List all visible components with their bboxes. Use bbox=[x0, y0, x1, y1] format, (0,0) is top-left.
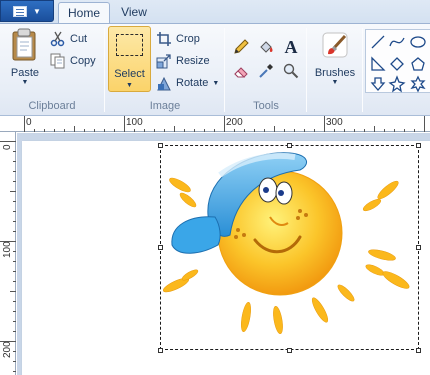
chevron-down-icon: ▼ bbox=[33, 6, 41, 16]
ruler-label: 100 bbox=[126, 117, 143, 128]
pencil-tool[interactable] bbox=[230, 36, 252, 58]
ribbon-tab-strip: ▼ Home View bbox=[0, 0, 430, 23]
star-six-shape-icon bbox=[410, 75, 426, 93]
paint-menu-button[interactable]: ▼ bbox=[0, 0, 54, 22]
vertical-ruler: 0 100 200 bbox=[0, 132, 16, 375]
cut-label: Cut bbox=[70, 33, 88, 45]
eraser-tool[interactable] bbox=[230, 60, 252, 82]
rotate-button[interactable]: Rotate ▼ bbox=[156, 74, 219, 92]
pentagon-shape-icon bbox=[411, 57, 425, 71]
ruler-label: 200 bbox=[226, 117, 243, 128]
paste-label: Paste bbox=[10, 67, 40, 79]
clipboard-group-label: Clipboard bbox=[28, 100, 76, 112]
color-picker-tool[interactable] bbox=[255, 60, 277, 82]
eyedropper-icon bbox=[259, 64, 273, 78]
copy-icon bbox=[50, 53, 65, 69]
scissors-icon bbox=[50, 31, 65, 47]
copy-button[interactable]: Copy bbox=[50, 52, 96, 70]
group-divider bbox=[104, 28, 105, 112]
clipboard-paste-icon bbox=[12, 28, 36, 61]
document-menu-icon bbox=[13, 5, 28, 17]
resize-handle[interactable] bbox=[416, 348, 421, 353]
eraser-icon bbox=[234, 67, 248, 78]
diamond-shape-icon bbox=[390, 57, 404, 71]
group-divider bbox=[306, 28, 307, 112]
horizontal-ruler: 0 100 200 300 bbox=[0, 116, 430, 132]
brush-icon bbox=[322, 32, 348, 58]
crop-button[interactable]: Crop bbox=[156, 30, 200, 48]
star-shape-icon bbox=[388, 75, 406, 93]
oval-shape-icon bbox=[410, 36, 426, 48]
resize-handle[interactable] bbox=[416, 143, 421, 148]
paste-button[interactable]: Paste ▼ bbox=[6, 28, 44, 87]
ruler-label: 100 bbox=[2, 241, 13, 258]
select-button[interactable]: Select ▼ bbox=[108, 26, 151, 92]
curve-shape-icon bbox=[389, 37, 405, 47]
chevron-down-icon: ▼ bbox=[212, 79, 220, 87]
resize-icon bbox=[156, 54, 171, 69]
chevron-down-icon: ▼ bbox=[21, 79, 29, 86]
magnifier-tool[interactable] bbox=[280, 60, 302, 82]
image-group-label: Image bbox=[149, 100, 181, 112]
ruler-label: 0 bbox=[2, 144, 13, 150]
pencil-icon bbox=[234, 39, 249, 54]
resize-handle[interactable] bbox=[416, 245, 421, 250]
tools-group-label: Tools bbox=[253, 100, 279, 112]
group-divider bbox=[224, 28, 225, 112]
shapes-gallery-icons bbox=[370, 35, 426, 93]
resize-handle[interactable] bbox=[287, 143, 292, 148]
magnifier-icon bbox=[283, 63, 299, 79]
rotate-label: Rotate bbox=[176, 77, 209, 89]
selection-marquee-icon bbox=[116, 34, 143, 56]
polygon-shape-icon bbox=[371, 56, 386, 71]
resize-handle[interactable] bbox=[158, 143, 163, 148]
paint-bucket-icon bbox=[260, 41, 273, 53]
crop-label: Crop bbox=[176, 33, 200, 45]
tab-home[interactable]: Home bbox=[58, 2, 110, 23]
fill-tool[interactable] bbox=[255, 36, 277, 58]
rotate-icon bbox=[157, 76, 171, 91]
text-a-icon: A bbox=[284, 36, 298, 57]
brushes-button[interactable]: Brushes ▼ bbox=[310, 28, 360, 87]
chevron-down-icon: ▼ bbox=[126, 82, 133, 89]
select-label: Select bbox=[114, 68, 145, 80]
resize-button[interactable]: Resize bbox=[156, 52, 210, 70]
ruler-label: 0 bbox=[26, 117, 32, 128]
ribbon-home: Paste ▼ Cut Copy Clipboard Select ▼ Crop… bbox=[0, 23, 430, 116]
ruler-label: 300 bbox=[326, 117, 343, 128]
shapes-gallery[interactable] bbox=[365, 29, 430, 93]
text-tool[interactable]: A bbox=[280, 36, 302, 58]
group-divider bbox=[362, 28, 363, 112]
resize-label: Resize bbox=[176, 55, 210, 67]
horizontal-ruler-ticks bbox=[24, 116, 425, 132]
resize-handle[interactable] bbox=[158, 348, 163, 353]
cut-button[interactable]: Cut bbox=[50, 30, 87, 48]
resize-handle[interactable] bbox=[158, 245, 163, 250]
ruler-label: 200 bbox=[2, 341, 13, 358]
selection-rectangle[interactable] bbox=[160, 145, 419, 350]
brushes-label: Brushes bbox=[314, 67, 356, 79]
chevron-down-icon: ▼ bbox=[331, 79, 339, 86]
tab-view[interactable]: View bbox=[112, 2, 156, 23]
copy-label: Copy bbox=[70, 55, 96, 67]
crop-icon bbox=[157, 32, 171, 46]
arrow-down-shape-icon bbox=[370, 77, 386, 91]
line-shape-icon bbox=[371, 35, 385, 49]
resize-handle[interactable] bbox=[287, 348, 292, 353]
